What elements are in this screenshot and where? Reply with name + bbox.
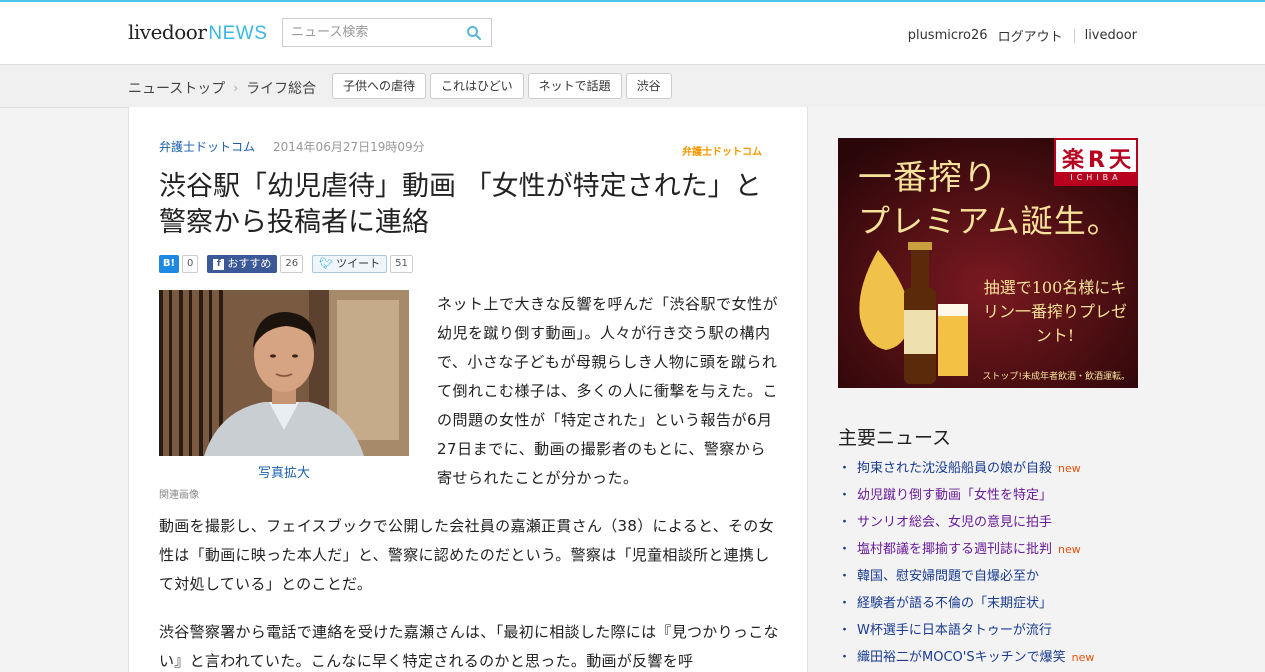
- new-badge: new: [1071, 651, 1095, 664]
- rakuten-logo-text: 楽R天: [1062, 148, 1135, 173]
- enlarge-photo-link[interactable]: 写真拡大: [159, 462, 409, 481]
- news-link[interactable]: 織田裕二がMOCO'Sキッチンで爆笑: [857, 650, 1066, 665]
- breadcrumb: ニューストップ › ライフ総合: [128, 78, 316, 98]
- tweet-label: ツイート: [336, 257, 381, 270]
- article-source-link[interactable]: 弁護士ドットコム: [159, 138, 255, 155]
- topic-tags: 子供への虐待 これはひどい ネットで話題 渋谷: [332, 73, 676, 99]
- ad-body-text: 抽選で100名様にキリン一番搾りプレゼント!: [982, 278, 1127, 345]
- tag-button[interactable]: 子供への虐待: [332, 73, 427, 99]
- search-box: [282, 18, 492, 47]
- logout-link[interactable]: ログアウト: [998, 26, 1063, 45]
- logo-news: NEWS: [208, 23, 268, 44]
- article-title: 渋谷駅「幼児虐待」動画 「女性が特定された」と警察から投稿者に連絡: [159, 171, 762, 238]
- rakuten-ichiba-logo: 楽R天 ICHIBA: [1054, 138, 1138, 186]
- news-link[interactable]: 拘束された沈没船船員の娘が自殺: [857, 461, 1052, 476]
- bullet-icon: ・: [838, 515, 852, 530]
- nav-divider: [1073, 28, 1075, 43]
- user-nav: plusmicro26 ログアウト livedoor: [898, 26, 1137, 45]
- article-photo[interactable]: [159, 290, 409, 456]
- search-input[interactable]: [283, 19, 458, 46]
- article-meta: 弁護士ドットコム 2014年06月27日19時09分: [159, 138, 425, 155]
- hatena-bookmark-button[interactable]: B!: [159, 255, 179, 273]
- facebook-recommend-button[interactable]: f おすすめ: [207, 255, 278, 273]
- chevron-right-icon: ›: [233, 81, 239, 95]
- breadcrumb-news-top[interactable]: ニューストップ: [128, 78, 225, 98]
- livedoor-news-logo[interactable]: livedoor NEWS: [128, 20, 267, 45]
- facebook-count: 26: [280, 255, 304, 273]
- ad-headline-1: 一番搾り: [858, 158, 998, 198]
- news-list-item: ・幼児蹴り倒す動画「女性を特定」: [838, 482, 1138, 509]
- news-list-item: ・ W杯選手に日本語タトゥーが流行: [838, 617, 1138, 644]
- ad-footer-text: ストップ!未成年者飲酒・飲酒運転。: [982, 372, 1130, 382]
- ichiba-label: ICHIBA: [1056, 172, 1136, 184]
- article-paragraph: 動画を撮影し、フェイスブックで公開した会社員の嘉瀬正貫さん（38）によると、その…: [159, 517, 774, 593]
- article-container: 弁護士ドットコム 2014年06月27日19時09分 弁護士ドットコム 渋谷駅「…: [128, 107, 808, 672]
- article-lede: ネット上で大きな反響を呼んだ「渋谷駅で女性が幼児を蹴り倒す動画」。人々が行き交う…: [437, 295, 779, 487]
- top-news-heading: 主要ニュース: [838, 427, 952, 449]
- beer-advertisement[interactable]: 一番搾り プレミアム誕生。 楽R天 ICHIBA 抽選で100名様にキリン一番搾…: [838, 138, 1138, 388]
- sub-navigation: ニューストップ › ライフ総合 子供への虐待 これはひどい ネットで話題 渋谷: [0, 65, 1265, 108]
- username-link[interactable]: plusmicro26: [908, 28, 988, 43]
- news-list-item: ・拘束された沈没船船員の娘が自殺 new: [838, 455, 1138, 482]
- hatena-count: 0: [182, 255, 199, 273]
- breadcrumb-category[interactable]: ライフ総合: [246, 78, 316, 98]
- news-list-item: ・サンリオ総会、女児の意見に拍手: [838, 509, 1138, 536]
- news-link[interactable]: 幼児蹴り倒す動画「女性を特定」: [857, 488, 1052, 503]
- bullet-icon: ・: [838, 569, 852, 584]
- bullet-icon: ・: [838, 488, 852, 503]
- bullet-icon: ・: [838, 542, 852, 557]
- news-link[interactable]: 経験者が語る不倫の「末期症状」: [857, 596, 1052, 611]
- bullet-icon: ・: [838, 650, 852, 665]
- site-header: livedoorNEWS plusmicro26 ログアウト livedoor: [0, 2, 1265, 65]
- new-badge: new: [1058, 543, 1081, 556]
- article-date: 2014年06月27日19時09分: [273, 140, 425, 154]
- news-link[interactable]: 韓国、慰安婦問題で自爆必至か: [857, 569, 1039, 584]
- tag-button[interactable]: ネットで話題: [527, 73, 622, 99]
- social-buttons: B! 0 f おすすめ 26 🐦︎ ツイート 51: [159, 255, 413, 273]
- search-icon[interactable]: [466, 25, 482, 41]
- source-logo[interactable]: 弁護士ドットコム: [682, 143, 762, 158]
- tag-button[interactable]: これはひどい: [430, 73, 524, 99]
- new-badge: new: [1058, 462, 1081, 475]
- bullet-icon: ・: [838, 623, 852, 638]
- top-news-list: ・拘束された沈没船船員の娘が自殺 new ・幼児蹴り倒す動画「女性を特定」・サンリオ…: [838, 455, 1138, 671]
- tweet-button[interactable]: 🐦︎ ツイート: [312, 255, 388, 273]
- tweet-count: 51: [390, 255, 413, 273]
- twitter-bird-icon: 🐦︎: [319, 257, 334, 270]
- news-list-item: ・韓国、慰安婦問題で自爆必至か: [838, 563, 1138, 590]
- livedoor-link[interactable]: livedoor: [1085, 28, 1137, 43]
- related-images-label[interactable]: 関連画像: [159, 486, 199, 501]
- news-link[interactable]: サンリオ総会、女児の意見に拍手: [857, 515, 1052, 530]
- ad-headline-2: プレミアム誕生。: [858, 202, 1120, 240]
- news-list-item: ・織田裕二がMOCO'Sキッチンで爆笑 new: [838, 644, 1138, 671]
- bullet-icon: ・: [838, 461, 852, 476]
- facebook-label: おすすめ: [227, 257, 272, 270]
- article-paragraph: 渋谷警察署から電話で連絡を受けた嘉瀬さんは、「最初に相談した際には『見つかりっこ…: [159, 623, 779, 670]
- news-list-item: ・経験者が語る不倫の「末期症状」: [838, 590, 1138, 617]
- tag-button[interactable]: 渋谷: [625, 73, 672, 99]
- news-link[interactable]: 塩村都議を揶揄する週刊誌に批判: [857, 542, 1052, 557]
- facebook-icon: f: [213, 258, 225, 270]
- bullet-icon: ・: [838, 596, 852, 611]
- news-link[interactable]: W杯選手に日本語タトゥーが流行: [857, 623, 1052, 638]
- logo-livedoor: livedoor: [128, 20, 207, 44]
- news-list-item: ・塩村都議を揶揄する週刊誌に批判 new: [838, 536, 1138, 563]
